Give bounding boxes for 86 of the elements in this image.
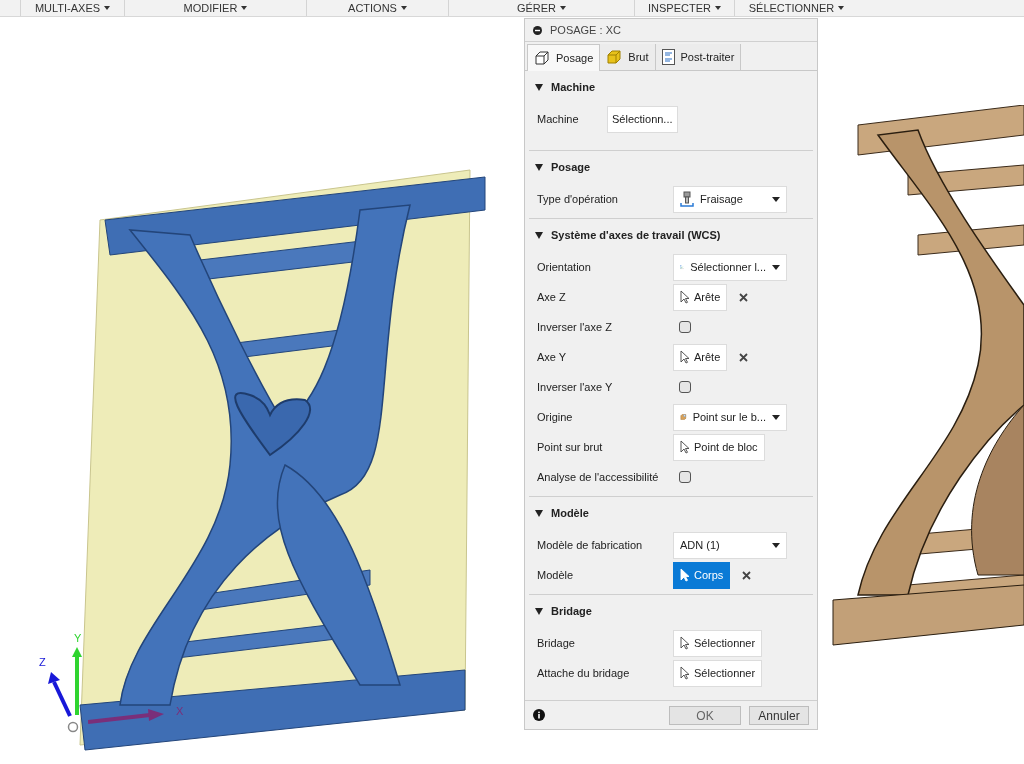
checkbox[interactable] (679, 381, 691, 393)
cursor-icon (680, 636, 690, 650)
section-header: Modèle (551, 506, 589, 522)
machine-select-button[interactable]: Sélectionn... (607, 105, 678, 133)
dropdown[interactable]: ADN (1) (673, 531, 787, 559)
expanded-arrow-icon[interactable] (535, 84, 543, 91)
expanded-arrow-icon[interactable] (535, 232, 543, 239)
mill-tool-icon (680, 191, 694, 207)
field-label: Point sur brut (537, 439, 604, 455)
cursor-icon (680, 666, 690, 680)
toolbar-menu[interactable]: INSPECTER (634, 0, 734, 16)
dropdown[interactable]: Point sur le b... (673, 403, 787, 431)
caret-icon (838, 6, 845, 10)
expanded-arrow-icon[interactable] (535, 608, 543, 615)
axis-label: X (176, 704, 184, 719)
y-axis-arrow-icon (72, 647, 82, 715)
caret-icon (772, 196, 780, 202)
clear-icon[interactable] (739, 292, 749, 302)
clear-icon[interactable] (739, 352, 749, 362)
section-header: Machine (551, 80, 595, 96)
section-header: Posage (551, 160, 591, 176)
field-label: Modèle (537, 567, 575, 583)
section-header: Bridage (551, 604, 592, 620)
caret-icon (241, 6, 248, 10)
z-axis-arrow-icon (48, 672, 74, 718)
panel-title: POSAGE : XC (550, 22, 621, 38)
field-label: Orientation (537, 259, 592, 275)
info-icon[interactable] (533, 709, 545, 721)
dropdown-value: Sélectionner l... (690, 259, 766, 275)
axis-label: Z (39, 655, 46, 670)
cursor-icon (680, 568, 690, 582)
selection-button[interactable]: Sélectionner (673, 659, 763, 687)
field-label: Axe Z (537, 289, 567, 305)
caret-icon (715, 6, 721, 10)
cancel-button[interactable]: Annuler (749, 705, 809, 725)
expanded-arrow-icon[interactable] (535, 510, 543, 517)
field-label: Machine (537, 111, 580, 127)
field-label: Origine (537, 409, 574, 425)
collapse-icon[interactable] (533, 25, 542, 35)
field-label: Modèle de fabrication (537, 537, 644, 553)
cursor-icon (680, 290, 690, 304)
dropdown-value: Fraisage (700, 191, 744, 207)
cursor-icon (680, 350, 690, 364)
caret-icon (560, 6, 567, 10)
cursor-icon (680, 440, 690, 454)
checkbox[interactable] (679, 321, 691, 333)
caret-icon (104, 6, 111, 10)
field-label: Type d'opération (537, 191, 619, 207)
cube-outline-icon (534, 50, 550, 66)
selection-button[interactable]: Corps (673, 561, 731, 589)
dropdown-value: Point sur le b... (692, 409, 766, 425)
field-label: Inverser l'axe Y (537, 379, 614, 395)
selection-button[interactable]: Arête (673, 343, 728, 371)
toolbar-menu[interactable]: SÉLECTIONNER (734, 0, 858, 16)
selection-button[interactable]: Sélectionner (673, 629, 763, 657)
toolbar-menu[interactable]: GÉRER (448, 0, 634, 16)
code-sheet-icon (661, 49, 675, 65)
field-label: Analyse de l'accessibilité (537, 469, 660, 485)
section-header: Système d'axes de travail (WCS) (551, 228, 721, 244)
origin-ring-icon (67, 721, 79, 733)
toolbar-menu[interactable]: MODIFIER (124, 0, 306, 16)
dropdown-value: ADN (1) (680, 537, 721, 553)
caret-icon (772, 542, 780, 548)
dropdown[interactable]: Sélectionner l... (673, 253, 787, 281)
field-label: Inverser l'axe Z (537, 319, 613, 335)
checkbox[interactable] (679, 471, 691, 483)
expanded-arrow-icon[interactable] (535, 164, 543, 171)
field-label: Axe Y (537, 349, 568, 365)
selection-button[interactable]: Arête (673, 283, 728, 311)
tab[interactable]: Brut (600, 44, 656, 70)
axis-label: Y (74, 631, 82, 646)
ok-button[interactable]: OK (669, 705, 741, 725)
clear-icon[interactable] (742, 570, 752, 580)
toolbar-menu[interactable]: MULTI-AXES (20, 0, 124, 16)
field-label: Bridage (537, 635, 576, 651)
dropdown[interactable]: Fraisage (673, 185, 787, 213)
tab[interactable]: Posage (527, 44, 601, 71)
x-axis-arrow-icon (88, 707, 164, 727)
caret-icon (772, 414, 780, 420)
caret-icon (400, 6, 407, 10)
caret-icon (772, 264, 780, 270)
field-label: Attache du bridage (537, 665, 631, 681)
tab[interactable]: Post-traiter (655, 44, 742, 70)
toolbar-menu[interactable]: ACTIONS (306, 0, 448, 16)
selection-button[interactable]: Point de bloc (673, 433, 765, 461)
cube-icon (606, 49, 623, 65)
